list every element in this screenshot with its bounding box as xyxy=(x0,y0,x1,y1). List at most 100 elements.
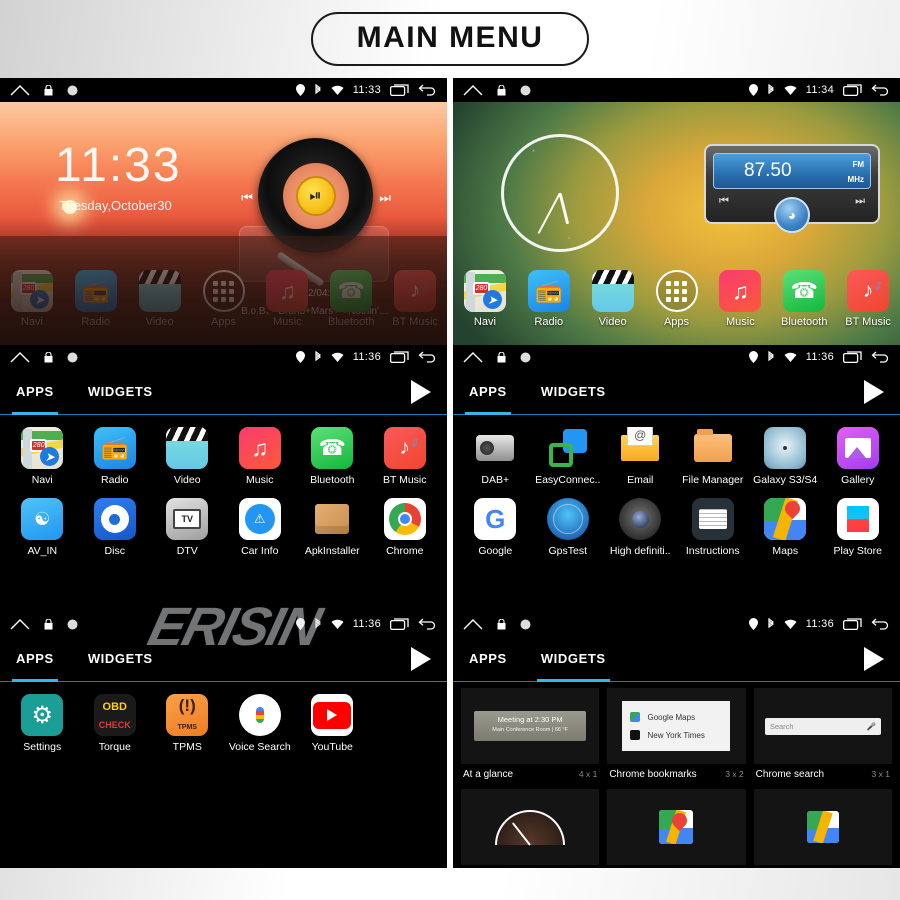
home-clock-widget[interactable]: 11:33 Tuesday,October30 xyxy=(55,142,182,214)
dock-item-music[interactable]: ♫ Music xyxy=(708,270,772,328)
radio-widget[interactable]: 87.50 FM MHz ⏮ ⏭ ◕ xyxy=(704,144,880,233)
dock-item-apps[interactable]: Apps xyxy=(192,270,256,328)
next-track-button[interactable]: ⏭ xyxy=(379,190,391,206)
app-item-disc[interactable]: Disc xyxy=(79,498,152,557)
widget-item-driving-mode[interactable]: Driving Mode 1 x 1 xyxy=(750,789,896,868)
lock-icon[interactable] xyxy=(497,84,506,96)
lock-icon[interactable] xyxy=(44,84,53,96)
app-item-tpms[interactable]: (!) TPMS TPMS xyxy=(151,694,224,753)
recents-icon[interactable] xyxy=(843,618,862,630)
dock-item-bluetooth[interactable]: ☎ Bluetooth xyxy=(772,270,836,328)
dock-item-music[interactable]: ♫ Music xyxy=(255,270,319,328)
app-item-chrome[interactable]: Chrome xyxy=(369,498,442,557)
dock-item-bluetooth[interactable]: ☎ Bluetooth xyxy=(319,270,383,328)
dock-item-bt-music[interactable]: ♪ ⇩ BT Music xyxy=(836,270,900,328)
dock-item-radio[interactable]: 📻 Radio xyxy=(517,270,581,328)
play-store-icon[interactable] xyxy=(864,646,884,671)
analog-clock-widget[interactable] xyxy=(501,134,619,252)
back-icon[interactable] xyxy=(871,351,890,363)
back-icon[interactable] xyxy=(871,84,890,96)
app-item-voice-search[interactable]: Voice Search xyxy=(224,694,297,753)
dock-item-radio[interactable]: 📻 Radio xyxy=(64,270,128,328)
tab-apps[interactable]: APPS xyxy=(465,369,511,415)
play-store-icon[interactable] xyxy=(864,379,884,404)
home-icon[interactable] xyxy=(463,618,483,630)
radio-prev-button[interactable]: ⏮ xyxy=(719,195,729,208)
dock-item-bt-music[interactable]: ♪ ⇩ BT Music xyxy=(383,270,447,328)
radio-signal-icon[interactable]: ◕ xyxy=(774,197,810,233)
app-item-bluetooth[interactable]: ☎ Bluetooth xyxy=(296,427,369,486)
app-item-navi[interactable]: 280 ➤ Navi xyxy=(6,427,79,486)
tab-widgets[interactable]: WIDGETS xyxy=(536,636,610,682)
app-item-email[interactable]: Email xyxy=(604,427,677,486)
home-icon[interactable] xyxy=(10,351,30,363)
recents-icon[interactable] xyxy=(843,84,862,96)
app-item-play-store[interactable]: Play Store xyxy=(822,498,895,557)
app-item-dtv[interactable]: TV DTV xyxy=(151,498,224,557)
recents-icon[interactable] xyxy=(390,351,409,363)
app-item-settings[interactable]: ⚙ Settings xyxy=(6,694,79,753)
app-item-gallery[interactable]: Gallery xyxy=(822,427,895,486)
app-item-torque[interactable]: OBD CHECK Torque xyxy=(79,694,152,753)
radio-next-button[interactable]: ⏭ xyxy=(855,195,865,208)
app-item-file-manager[interactable]: File Manager xyxy=(677,427,750,486)
recents-icon[interactable] xyxy=(390,84,409,96)
dot-icon[interactable] xyxy=(520,619,531,630)
app-item-music[interactable]: ♫ Music xyxy=(224,427,297,486)
tab-apps[interactable]: APPS xyxy=(469,636,507,682)
lock-icon[interactable] xyxy=(44,351,53,363)
app-item-car-info[interactable]: ⚠ Car Info xyxy=(224,498,297,557)
play-store-icon[interactable] xyxy=(411,646,431,671)
prev-track-button[interactable]: ⏮ xyxy=(241,190,253,206)
lock-icon[interactable] xyxy=(497,618,506,630)
dock-item-navi[interactable]: 280 ➤ Navi xyxy=(453,270,517,328)
app-item-bt-music[interactable]: ♪ ⇩ BT Music xyxy=(369,427,442,486)
app-item-gpstest[interactable]: GpsTest xyxy=(532,498,605,557)
dot-icon[interactable] xyxy=(67,85,78,96)
dock-item-navi[interactable]: 280 ➤ Navi xyxy=(0,270,64,328)
tab-widgets[interactable]: WIDGETS xyxy=(541,369,606,415)
recents-icon[interactable] xyxy=(390,618,409,630)
widget-item-clock[interactable]: Clock 3 x 2 xyxy=(457,789,603,868)
dot-icon[interactable] xyxy=(67,619,78,630)
back-icon[interactable] xyxy=(418,351,437,363)
back-icon[interactable] xyxy=(418,618,437,630)
dock-item-apps[interactable]: Apps xyxy=(645,270,709,328)
play-pause-button[interactable]: ⏯ xyxy=(295,175,336,216)
app-item-high-definition[interactable]: High definiti.. xyxy=(604,498,677,557)
widget-item-chrome-bookmarks[interactable]: Google Maps New York Times Chrome bookma… xyxy=(603,688,749,789)
app-item-instructions[interactable]: Instructions xyxy=(677,498,750,557)
play-store-icon[interactable] xyxy=(411,379,431,404)
home-icon[interactable] xyxy=(463,351,483,363)
app-item-maps[interactable]: Maps xyxy=(749,498,822,557)
lock-icon[interactable] xyxy=(497,351,506,363)
tab-widgets[interactable]: WIDGETS xyxy=(88,636,153,682)
dot-icon[interactable] xyxy=(67,352,78,363)
home-icon[interactable] xyxy=(463,84,483,96)
lock-icon[interactable] xyxy=(44,618,53,630)
app-item-apk-installer[interactable]: ApkInstaller xyxy=(296,498,369,557)
app-item-youtube[interactable]: YouTube xyxy=(296,694,369,753)
app-item-google[interactable]: G Google xyxy=(459,498,532,557)
home-icon[interactable] xyxy=(10,84,30,96)
tab-apps[interactable]: APPS xyxy=(12,369,58,415)
app-item-av-in[interactable]: ☯ AV_IN xyxy=(6,498,79,557)
app-item-video[interactable]: Video xyxy=(151,427,224,486)
app-item-radio[interactable]: 📻 Radio xyxy=(79,427,152,486)
dock-item-video[interactable]: Video xyxy=(128,270,192,328)
dot-icon[interactable] xyxy=(520,85,531,96)
tab-widgets[interactable]: WIDGETS xyxy=(88,369,153,415)
app-item-galaxy[interactable]: Galaxy S3/S4 xyxy=(749,427,822,486)
back-icon[interactable] xyxy=(871,618,890,630)
dock-item-video[interactable]: Video xyxy=(581,270,645,328)
widget-item-chrome-search[interactable]: Search 🎤 Chrome search 3 x 1 xyxy=(750,688,896,789)
tab-apps[interactable]: APPS xyxy=(12,636,58,682)
app-item-dab[interactable]: DAB+ xyxy=(459,427,532,486)
widget-item-directions[interactable]: Directions 1 x 1 xyxy=(603,789,749,868)
recents-icon[interactable] xyxy=(843,351,862,363)
widget-item-at-a-glance[interactable]: Meeting at 2:30 PM Main Conference Room … xyxy=(457,688,603,789)
home-icon[interactable] xyxy=(10,618,30,630)
dot-icon[interactable] xyxy=(520,352,531,363)
app-item-easyconnect[interactable]: EasyConnec.. xyxy=(532,427,605,486)
back-icon[interactable] xyxy=(418,84,437,96)
